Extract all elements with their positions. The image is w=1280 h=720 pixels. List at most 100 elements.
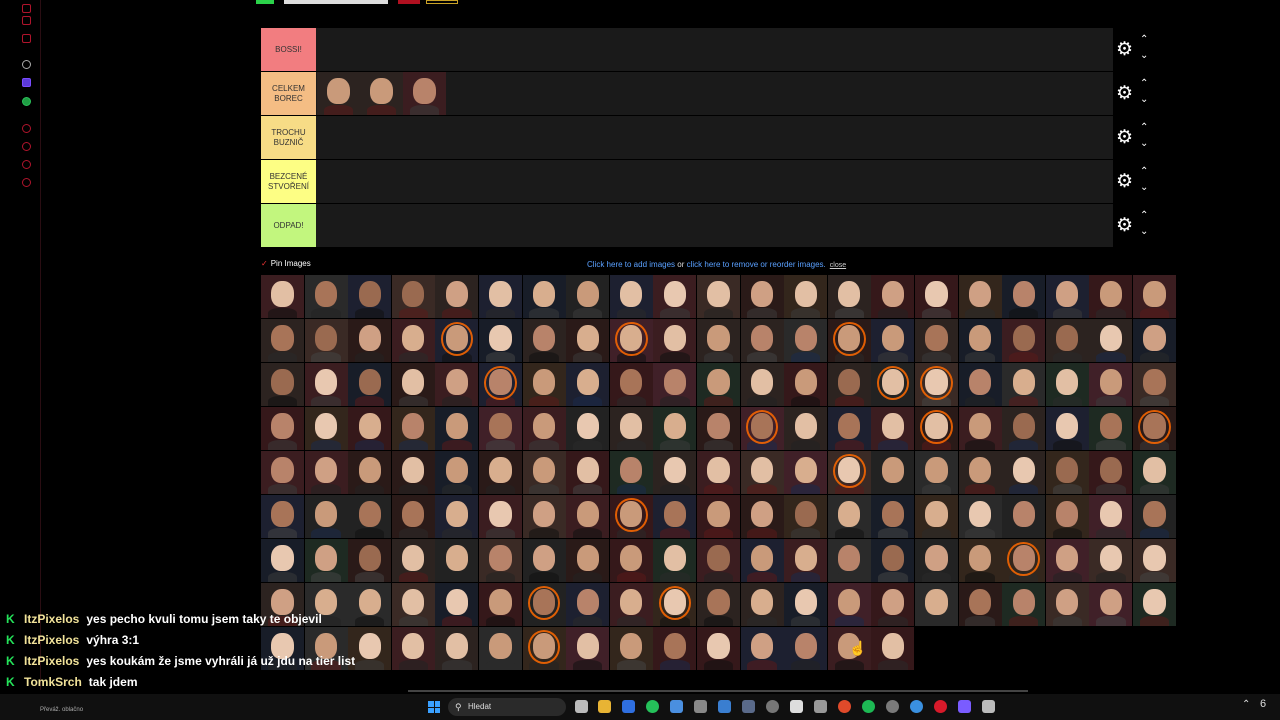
pool-image[interactable] [1089, 539, 1133, 582]
pool-image[interactable] [304, 407, 348, 450]
pool-image[interactable] [1133, 363, 1176, 406]
app-icon[interactable] [22, 124, 31, 133]
pool-image[interactable] [304, 495, 348, 538]
pool-image[interactable] [915, 275, 958, 318]
pool-image[interactable] [566, 583, 610, 626]
pool-image[interactable] [348, 363, 392, 406]
pool-image[interactable] [1089, 363, 1133, 406]
pool-image[interactable] [566, 407, 610, 450]
pool-image[interactable] [653, 275, 697, 318]
pool-image[interactable] [1089, 275, 1133, 318]
pool-image[interactable] [697, 451, 740, 494]
app-icon[interactable] [670, 700, 683, 713]
app-icon[interactable] [814, 700, 827, 713]
gear-icon[interactable]: ⚙ [1116, 216, 1133, 235]
pool-image[interactable] [697, 495, 740, 538]
pool-image[interactable] [609, 275, 653, 318]
pool-image[interactable] [871, 451, 915, 494]
pool-image[interactable] [784, 495, 828, 538]
pool-image[interactable] [653, 451, 697, 494]
pool-image[interactable] [609, 583, 653, 626]
pool-image[interactable] [609, 495, 653, 538]
pool-image[interactable] [784, 319, 828, 362]
pool-image[interactable] [391, 539, 435, 582]
pool-image[interactable] [304, 319, 348, 362]
pool-image[interactable] [784, 407, 828, 450]
pool-image[interactable] [958, 451, 1002, 494]
pool-image[interactable] [522, 363, 566, 406]
pool-image[interactable] [1002, 451, 1046, 494]
tier-label[interactable]: CELKEM BOREC [261, 72, 316, 115]
pool-image[interactable] [479, 319, 522, 362]
pool-image[interactable] [522, 407, 566, 450]
pool-image[interactable] [784, 539, 828, 582]
chevron-up-icon[interactable]: ⌃ [1140, 35, 1148, 45]
pool-image[interactable] [697, 363, 740, 406]
pool-image[interactable] [435, 627, 479, 670]
pool-image[interactable] [566, 319, 610, 362]
pool-image[interactable] [697, 627, 740, 670]
pool-image[interactable] [1089, 451, 1133, 494]
pool-image[interactable] [304, 451, 348, 494]
pool-image[interactable] [566, 363, 610, 406]
pool-image[interactable] [653, 407, 697, 450]
pool-image[interactable] [609, 451, 653, 494]
whatsapp-icon[interactable] [646, 700, 659, 713]
pool-image[interactable] [435, 451, 479, 494]
pin-images-toggle[interactable]: ✓ Pin Images [261, 259, 311, 268]
openai-icon[interactable] [22, 60, 31, 69]
pool-image[interactable] [958, 275, 1002, 318]
pool-image[interactable] [1045, 275, 1089, 318]
steam-icon[interactable] [742, 700, 755, 713]
pool-image[interactable] [697, 407, 740, 450]
pool-image[interactable] [522, 583, 566, 626]
pool-image[interactable] [348, 407, 392, 450]
pool-image[interactable] [871, 407, 915, 450]
chevron-up-icon[interactable]: ⌃ [1140, 211, 1148, 221]
pool-image[interactable] [1089, 407, 1133, 450]
pool-image[interactable] [1045, 539, 1089, 582]
pool-image[interactable] [740, 451, 784, 494]
pool-image[interactable] [522, 539, 566, 582]
tier-label[interactable]: TROCHU BUZNIČ [261, 116, 316, 159]
pool-image[interactable] [304, 363, 348, 406]
pool-image[interactable] [827, 407, 871, 450]
pool-image[interactable] [697, 539, 740, 582]
pool-image[interactable] [827, 495, 871, 538]
close-link[interactable]: close [830, 262, 846, 269]
pool-image[interactable] [391, 583, 435, 626]
pool-image[interactable] [566, 627, 610, 670]
pool-image[interactable] [1133, 275, 1176, 318]
pool-image[interactable] [871, 275, 915, 318]
pool-image[interactable] [1002, 495, 1046, 538]
pool-image[interactable] [915, 451, 958, 494]
pool-image[interactable] [566, 539, 610, 582]
app-icon[interactable] [22, 16, 31, 25]
pool-image[interactable] [958, 583, 1002, 626]
pool-image[interactable] [871, 319, 915, 362]
pool-image[interactable] [1002, 363, 1046, 406]
pool-image[interactable] [653, 495, 697, 538]
pool-image[interactable] [1133, 495, 1176, 538]
pool-image[interactable] [261, 407, 304, 450]
windows-start-icon[interactable] [428, 701, 440, 713]
app-icon[interactable] [790, 700, 803, 713]
pool-image[interactable] [391, 451, 435, 494]
pool-image[interactable] [740, 627, 784, 670]
file-explorer-icon[interactable] [598, 700, 611, 713]
store-icon[interactable] [622, 700, 635, 713]
spotify-icon[interactable] [862, 700, 875, 713]
pool-image[interactable] [958, 495, 1002, 538]
pool-image[interactable] [391, 319, 435, 362]
media-player-icon[interactable] [766, 700, 779, 713]
chevron-up-icon[interactable]: ⌃ [1140, 123, 1148, 133]
chevron-down-icon[interactable]: ⌄ [1140, 227, 1148, 237]
pool-image[interactable] [1133, 583, 1176, 626]
pool-image[interactable] [915, 495, 958, 538]
pool-image[interactable] [261, 495, 304, 538]
app-icon[interactable] [22, 142, 31, 151]
pool-image[interactable] [871, 363, 915, 406]
pool-image[interactable] [784, 451, 828, 494]
pool-image[interactable] [391, 407, 435, 450]
pool-image[interactable] [740, 275, 784, 318]
